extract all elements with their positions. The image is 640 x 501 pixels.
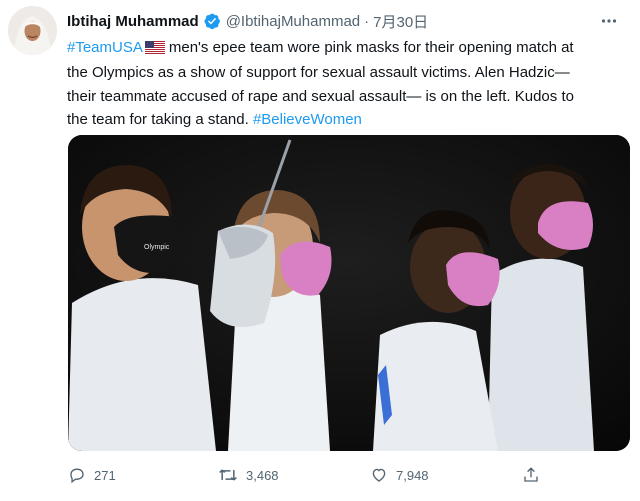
fencers-photo: Olympic (68, 135, 630, 451)
retweet-count: 3,468 (246, 467, 279, 483)
heart-icon (370, 466, 388, 484)
tweet-text: #TeamUSA men's epee team wore pink masks… (67, 36, 632, 132)
header-separator: · (364, 12, 370, 30)
more-options-icon[interactable] (596, 8, 622, 34)
share-icon (522, 466, 540, 484)
tweet-actions: 271 3,468 7,948 (0, 460, 640, 490)
mask-logo-text: Olympic (144, 244, 170, 251)
verified-badge-icon (203, 12, 221, 30)
tweet-photo[interactable]: Olympic (68, 135, 630, 451)
hashtag-believewomen[interactable]: #BelieveWomen (253, 111, 362, 128)
avatar-image (8, 6, 57, 55)
reply-icon (68, 466, 86, 484)
like-count: 7,948 (396, 467, 429, 483)
like-button[interactable]: 7,948 (370, 460, 429, 490)
reply-button[interactable]: 271 (68, 460, 116, 490)
tweet-card[interactable]: Ibtihaj Muhammad @IbtihajMuhammad · 7月30… (0, 0, 640, 501)
tweet-date[interactable]: 7月30日 (373, 11, 428, 32)
tweet-line-4: the team for taking a stand. (67, 111, 249, 129)
tweet-line-2: the Olympics as a show of support for se… (67, 64, 570, 82)
us-flag-icon (144, 38, 165, 61)
share-button[interactable] (522, 460, 540, 490)
tweet-line-1: men's epee team wore pink masks for thei… (168, 39, 574, 56)
hashtag-teamusa[interactable]: #TeamUSA (67, 39, 143, 56)
reply-count: 271 (94, 467, 116, 483)
retweet-button[interactable]: 3,468 (218, 460, 279, 490)
avatar[interactable] (8, 6, 57, 55)
author-handle[interactable]: @IbtihajMuhammad (226, 13, 360, 30)
author-name[interactable]: Ibtihaj Muhammad (67, 13, 199, 30)
tweet-line-3: their teammate accused of rape and sexua… (67, 87, 574, 105)
tweet-header: Ibtihaj Muhammad @IbtihajMuhammad · 7月30… (67, 10, 428, 32)
retweet-icon (218, 466, 238, 484)
